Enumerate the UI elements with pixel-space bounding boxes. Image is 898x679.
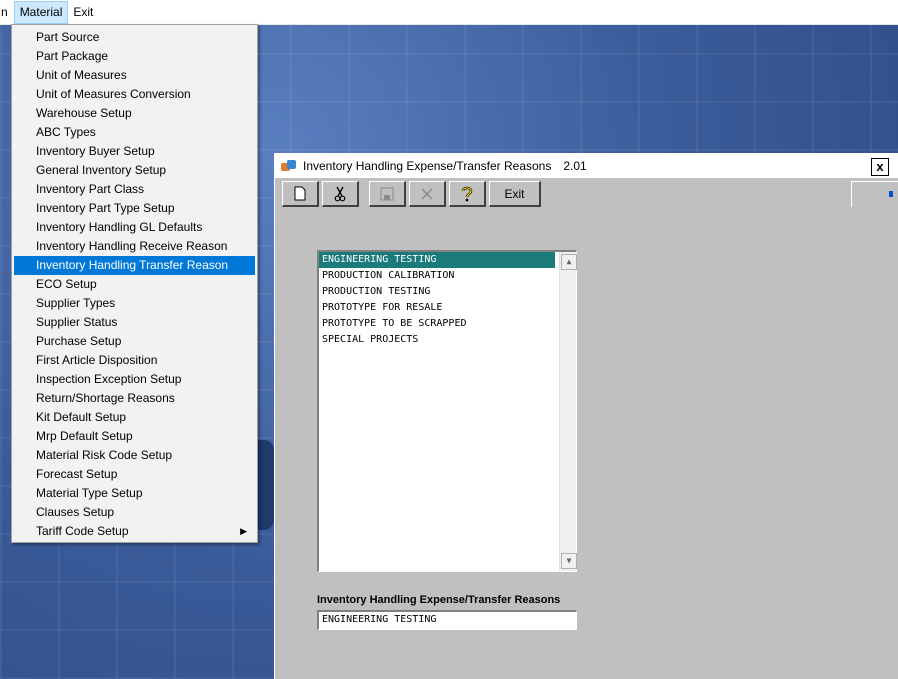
menu-option-forecast-setup[interactable]: Forecast Setup [14,465,255,484]
help-button[interactable] [449,181,486,207]
menu-option-first-article-disposition[interactable]: First Article Disposition [14,351,255,370]
app-icon [281,159,297,173]
menu-option-material-risk-code-setup[interactable]: Material Risk Code Setup [14,446,255,465]
new-button[interactable] [282,181,319,207]
menu-option-material-type-setup[interactable]: Material Type Setup [14,484,255,503]
window-title-bar[interactable]: Inventory Handling Expense/Transfer Reas… [275,154,898,178]
list-item[interactable]: PROTOTYPE TO BE SCRAPPED [319,316,555,332]
new-document-icon [294,186,306,201]
list-item[interactable]: ENGINEERING TESTING [319,252,555,268]
menu-option-general-inventory-setup[interactable]: General Inventory Setup [14,161,255,180]
menu-item-partial[interactable]: n [0,1,14,24]
menu-option-return-shortage-reasons[interactable]: Return/Shortage Reasons [14,389,255,408]
reasons-listbox[interactable]: ENGINEERING TESTING PRODUCTION CALIBRATI… [317,250,577,572]
list-scrollbar[interactable]: ▲ ▼ [559,252,577,571]
list-item[interactable]: SPECIAL PROJECTS [319,332,555,348]
reason-field-label: Inventory Handling Expense/Transfer Reas… [317,594,561,606]
window-title: Inventory Handling Expense/Transfer Reas… [303,159,552,173]
menu-option-inventory-buyer-setup[interactable]: Inventory Buyer Setup [14,142,255,161]
exit-button-label: Exit [504,186,525,201]
menu-option-inventory-handling-receive-reason[interactable]: Inventory Handling Receive Reason [14,237,255,256]
desktop-decoration [258,440,274,530]
menu-option-clauses-setup[interactable]: Clauses Setup [14,503,255,522]
delete-x-icon [421,188,433,199]
menu-option-supplier-status[interactable]: Supplier Status [14,313,255,332]
save-button[interactable] [369,181,406,207]
submenu-arrow-icon: ▶ [240,526,247,536]
window-toolbar: Exit [282,181,541,209]
list-item[interactable]: PRODUCTION CALIBRATION [319,268,555,284]
menu-option-unit-of-measures[interactable]: Unit of Measures [14,66,255,85]
menu-option-abc-types[interactable]: ABC Types [14,123,255,142]
list-item[interactable]: PROTOTYPE FOR RESALE [319,300,555,316]
menu-option-eco-setup[interactable]: ECO Setup [14,275,255,294]
cut-button[interactable] [322,181,359,207]
scissors-icon [334,186,346,201]
menu-option-supplier-types[interactable]: Supplier Types [14,294,255,313]
menu-bar: n Material Exit [0,0,898,25]
menu-option-purchase-setup[interactable]: Purchase Setup [14,332,255,351]
menu-option-inventory-part-class[interactable]: Inventory Part Class [14,180,255,199]
menu-option-warehouse-setup[interactable]: Warehouse Setup [14,104,255,123]
menu-option-uom-conversion[interactable]: Unit of Measures Conversion [14,85,255,104]
menu-option-part-package[interactable]: Part Package [14,47,255,66]
question-icon [461,186,473,201]
window-version: 2.01 [563,159,587,173]
close-button[interactable]: x [871,158,889,176]
scroll-up-icon[interactable]: ▲ [561,254,577,270]
menu-option-inspection-exception-setup[interactable]: Inspection Exception Setup [14,370,255,389]
reason-input[interactable]: ENGINEERING TESTING [317,610,577,630]
scroll-down-icon[interactable]: ▼ [561,553,577,569]
partial-toolbar-button[interactable] [851,181,898,207]
menu-option-inventory-part-type-setup[interactable]: Inventory Part Type Setup [14,199,255,218]
menu-item-exit[interactable]: Exit [68,1,98,24]
delete-button[interactable] [409,181,446,207]
menu-item-material[interactable]: Material [13,0,69,24]
menu-option-tariff-code-setup-label: Tariff Code Setup [36,524,129,538]
menu-option-kit-default-setup[interactable]: Kit Default Setup [14,408,255,427]
reasons-window: Inventory Handling Expense/Transfer Reas… [274,153,898,679]
menu-option-tariff-code-setup[interactable]: Tariff Code Setup ▶ [14,522,255,541]
menu-option-mrp-default-setup[interactable]: Mrp Default Setup [14,427,255,446]
exit-button[interactable]: Exit [489,181,541,207]
menu-option-inventory-handling-gl-defaults[interactable]: Inventory Handling GL Defaults [14,218,255,237]
material-dropdown-menu: Part Source Part Package Unit of Measure… [11,24,258,543]
menu-option-inventory-handling-transfer-reason[interactable]: Inventory Handling Transfer Reason [14,256,255,275]
list-item[interactable]: PRODUCTION TESTING [319,284,555,300]
save-icon [380,187,394,200]
menu-option-part-source[interactable]: Part Source [14,28,255,47]
